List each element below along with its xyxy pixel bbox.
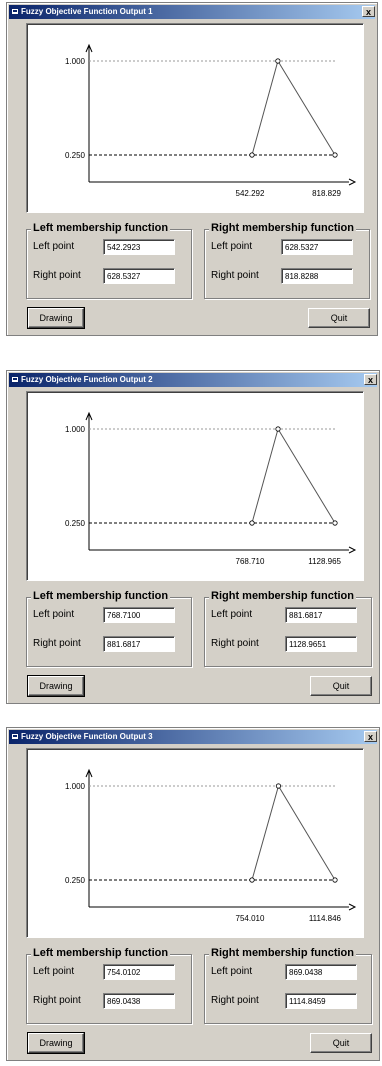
membership-point	[275, 426, 281, 432]
left-membership-group: Left membership function Left point 768.…	[26, 590, 192, 667]
left-point-field[interactable]: 881.6817	[285, 607, 357, 623]
membership-chart: 1.000 0.250 754.010 1114.846	[26, 748, 364, 938]
app-icon	[11, 8, 19, 15]
title-bar[interactable]: Fuzzy Objective Function Output 2 x	[9, 373, 377, 387]
y-tick-label: 1.000	[65, 782, 86, 791]
y-tick-label: 0.250	[65, 519, 86, 528]
right-point-field[interactable]: 881.6817	[103, 636, 175, 652]
right-point-field[interactable]: 1128.9651	[285, 636, 357, 652]
left-membership-group: Left membership function Left point 542.…	[26, 222, 192, 299]
drawing-button[interactable]: Drawing	[27, 307, 85, 329]
right-point-label: Right point	[211, 638, 259, 649]
membership-point	[275, 783, 282, 789]
right-point-label: Right point	[33, 638, 81, 649]
right-membership-group: Right membership function Left point 628…	[204, 222, 370, 299]
group-legend: Left membership function	[31, 222, 171, 234]
right-point-label: Right point	[33, 270, 81, 281]
x-axis-arrow	[348, 178, 357, 186]
fuzzy-output-window-3: Fuzzy Objective Function Output 3 x 1.00…	[6, 727, 380, 1061]
x-axis-arrow	[348, 546, 357, 554]
y-tick-label: 1.000	[65, 425, 86, 434]
window-title: Fuzzy Objective Function Output 2	[21, 375, 153, 384]
membership-triangle	[251, 427, 336, 524]
drawing-button[interactable]: Drawing	[27, 675, 85, 697]
x-tick-label: 1114.846	[309, 914, 342, 923]
membership-point	[275, 58, 281, 64]
title-bar[interactable]: Fuzzy Objective Function Output 1 x	[9, 5, 375, 19]
left-point-label: Left point	[33, 609, 75, 620]
left-point-label: Left point	[33, 966, 75, 977]
left-point-label: Left point	[33, 241, 75, 252]
y-tick-label: 0.250	[65, 876, 86, 885]
group-legend: Left membership function	[31, 947, 171, 959]
title-bar[interactable]: Fuzzy Objective Function Output 3 x	[9, 730, 377, 744]
group-legend: Left membership function	[31, 590, 171, 602]
membership-point	[332, 877, 338, 883]
x-tick-label: 542.292	[236, 189, 265, 198]
fuzzy-output-window-2: Fuzzy Objective Function Output 2 x 1.00…	[6, 370, 380, 704]
group-legend: Right membership function	[209, 222, 356, 234]
app-icon	[11, 376, 19, 383]
right-point-field[interactable]: 869.0438	[103, 993, 175, 1009]
membership-point	[249, 877, 255, 883]
left-point-field[interactable]: 869.0438	[285, 964, 357, 980]
membership-chart: 1.000 0.250 768.710 1128.965	[26, 391, 364, 581]
drawing-button[interactable]: Drawing	[27, 1032, 85, 1054]
left-point-field[interactable]: 628.5327	[281, 239, 353, 255]
x-tick-label: 818.829	[312, 189, 341, 198]
membership-chart-svg: 1.000 0.250 754.010 1114.846	[65, 768, 357, 923]
membership-triangle	[251, 59, 336, 156]
right-point-field[interactable]: 1114.8459	[285, 993, 357, 1009]
right-membership-group: Right membership function Left point 881…	[204, 590, 372, 667]
right-point-field[interactable]: 628.5327	[103, 268, 175, 284]
close-button[interactable]: x	[364, 731, 377, 742]
x-tick-label: 754.010	[236, 914, 265, 923]
app-icon	[11, 733, 19, 740]
quit-button[interactable]: Quit	[310, 676, 372, 696]
membership-chart-svg: 1.000 0.250 768.710 1128.965	[65, 411, 357, 566]
group-legend: Right membership function	[209, 947, 356, 959]
right-point-label: Right point	[211, 270, 259, 281]
membership-point	[249, 520, 255, 526]
left-point-field[interactable]: 754.0102	[103, 964, 175, 980]
left-point-label: Left point	[211, 241, 253, 252]
close-button[interactable]: x	[364, 374, 377, 385]
x-axis-arrow	[348, 903, 357, 911]
close-button[interactable]: x	[362, 6, 375, 17]
group-legend: Right membership function	[209, 590, 356, 602]
right-point-field[interactable]: 818.8288	[281, 268, 353, 284]
x-tick-label: 1128.965	[308, 557, 341, 566]
left-point-label: Left point	[211, 966, 253, 977]
left-point-field[interactable]: 768.7100	[103, 607, 175, 623]
membership-point	[249, 152, 255, 158]
left-point-field[interactable]: 542.2923	[103, 239, 175, 255]
membership-point	[332, 520, 338, 526]
right-membership-group: Right membership function Left point 869…	[204, 947, 372, 1024]
left-point-label: Left point	[211, 609, 253, 620]
quit-button[interactable]: Quit	[310, 1033, 372, 1053]
y-tick-label: 0.250	[65, 151, 86, 160]
membership-point	[332, 152, 338, 158]
right-point-label: Right point	[211, 995, 259, 1006]
membership-triangle	[251, 784, 336, 881]
window-title: Fuzzy Objective Function Output 3	[21, 732, 153, 741]
right-point-label: Right point	[33, 995, 81, 1006]
y-tick-label: 1.000	[65, 57, 86, 66]
left-membership-group: Left membership function Left point 754.…	[26, 947, 192, 1024]
window-title: Fuzzy Objective Function Output 1	[21, 7, 153, 16]
x-tick-label: 768.710	[236, 557, 265, 566]
membership-chart: 1.000 0.250 542.292 818.829	[26, 23, 364, 213]
membership-chart-svg: 1.000 0.250 542.292 818.829	[65, 43, 357, 198]
quit-button[interactable]: Quit	[308, 308, 370, 328]
fuzzy-output-window-1: Fuzzy Objective Function Output 1 x 1.00…	[6, 2, 378, 336]
